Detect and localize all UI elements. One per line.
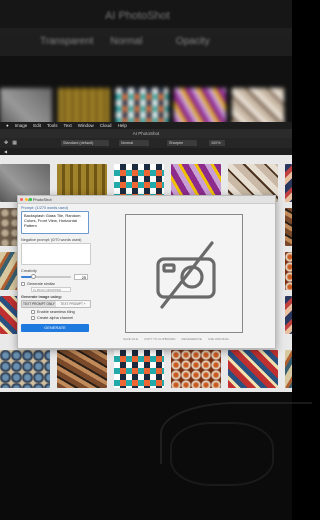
no-image-icon [156,241,216,309]
image-preview [125,214,243,333]
seamless-checkbox[interactable] [31,310,35,314]
creativity-label: Creativity [21,269,37,273]
menu-bar: ● Image Edit Tools Text Window Cloud Hel… [0,122,292,129]
menu-cloud[interactable]: Cloud [100,123,112,128]
creativity-slider[interactable] [21,274,71,279]
menu-text[interactable]: Text [64,123,72,128]
blend-select[interactable]: Normal [118,140,149,146]
apple-icon[interactable]: ● [6,123,9,128]
blurred-app-title: AI PhotoShot [105,10,170,22]
gallery-tile[interactable] [0,350,50,388]
settings-column: Prompt: (1/270 words used) Backsplash Gl… [21,206,91,332]
move-tool-icon[interactable]: ✥ [4,140,8,146]
menu-help[interactable]: Help [118,123,127,128]
gallery-tile[interactable] [285,350,292,388]
close-icon[interactable] [20,198,23,201]
gallery-tile[interactable] [285,208,292,246]
tab-row: ◀ [0,148,292,155]
window-title: AI PhotoShot [0,129,292,138]
seamless-label: Enable seamless tiling [37,310,75,314]
menu-image[interactable]: Image [15,123,28,128]
gallery-tile[interactable] [285,296,292,334]
generate-using-label: Generate image using: [21,295,62,299]
gallery-tile[interactable] [114,350,164,388]
prompt-input[interactable]: Backsplash Glass Tile, Random Colors, Fr… [21,211,89,234]
copy-clipboard-button[interactable]: COPY TO CLIPBOARD [144,337,176,341]
creativity-slider-handle[interactable] [31,274,36,279]
blurred-toolbar: Transparent Normal Opacity [40,36,210,47]
zoom-field[interactable]: 100% [208,140,225,146]
maximize-icon[interactable] [29,198,32,201]
generate-mode-segmented: TEXT PROMPT ONLY TEXT PROMPT + IMAGE [21,300,91,308]
save-file-button[interactable]: SAVE FILE [123,337,138,341]
preview-actions: SAVE FILE COPY TO CLIPBOARD REGENERATE U… [123,337,229,341]
prompt-label: Prompt: (1/270 words used) [21,206,68,210]
gallery-tile[interactable] [57,350,107,388]
negative-prompt-label: Negative prompt: (0/70 words used) [21,238,82,242]
segment-text-prompt-only[interactable]: TEXT PROMPT ONLY [22,301,56,307]
generate-similar-row: Generate similar [21,282,91,286]
blurred-background-bottom [0,392,312,520]
alpha-row: Create alpha channel [31,316,91,320]
similar-image-field[interactable]: by BK/LK DROPPED [31,287,71,292]
use-original-button[interactable]: USE ORIGINAL [208,337,229,341]
menu-window[interactable]: Window [78,123,94,128]
seamless-row: Enable seamless tiling [31,310,91,314]
menu-edit[interactable]: Edit [33,123,41,128]
regenerate-button[interactable]: REGENERATE [181,337,201,341]
blurred-background-top: AI PhotoShot Transparent Normal Opacity [0,0,292,128]
generate-similar-label: Generate similar [27,282,55,286]
creativity-value-field[interactable]: 25 [74,274,88,280]
gallery-tile[interactable] [285,164,292,202]
creativity-row: 25 [21,274,91,280]
app-screen: ● Image Edit Tools Text Window Cloud Hel… [0,122,292,392]
negative-prompt-input[interactable] [21,243,91,265]
filter-select[interactable]: Sharpen [166,140,197,146]
generate-button[interactable]: GENERATE [21,324,89,332]
segment-text-prompt-image[interactable]: TEXT PROMPT + IMAGE [56,301,90,307]
gallery-tile[interactable] [285,252,292,290]
toolbar: ✥ ▦ Standard (default) Normal Sharpen 10… [0,138,292,148]
ai-photoshot-dialog: AI PhotoShot Prompt: (1/270 words used) … [17,195,276,349]
minimize-icon[interactable] [24,198,28,201]
alpha-label: Create alpha channel [37,316,74,320]
window-controls [20,198,32,201]
arrange-icon[interactable]: ▦ [12,140,17,146]
dialog-titlebar: AI PhotoShot [18,196,275,204]
alpha-checkbox[interactable] [31,316,35,320]
generate-similar-checkbox[interactable] [21,282,25,286]
blurred-shape [170,422,274,486]
sidebar-toggle-icon[interactable]: ◀ [4,149,7,154]
mode-select[interactable]: Standard (default) [60,140,109,146]
menu-tools[interactable]: Tools [47,123,58,128]
gallery-tile[interactable] [171,350,221,388]
gallery-tile[interactable] [228,350,278,388]
